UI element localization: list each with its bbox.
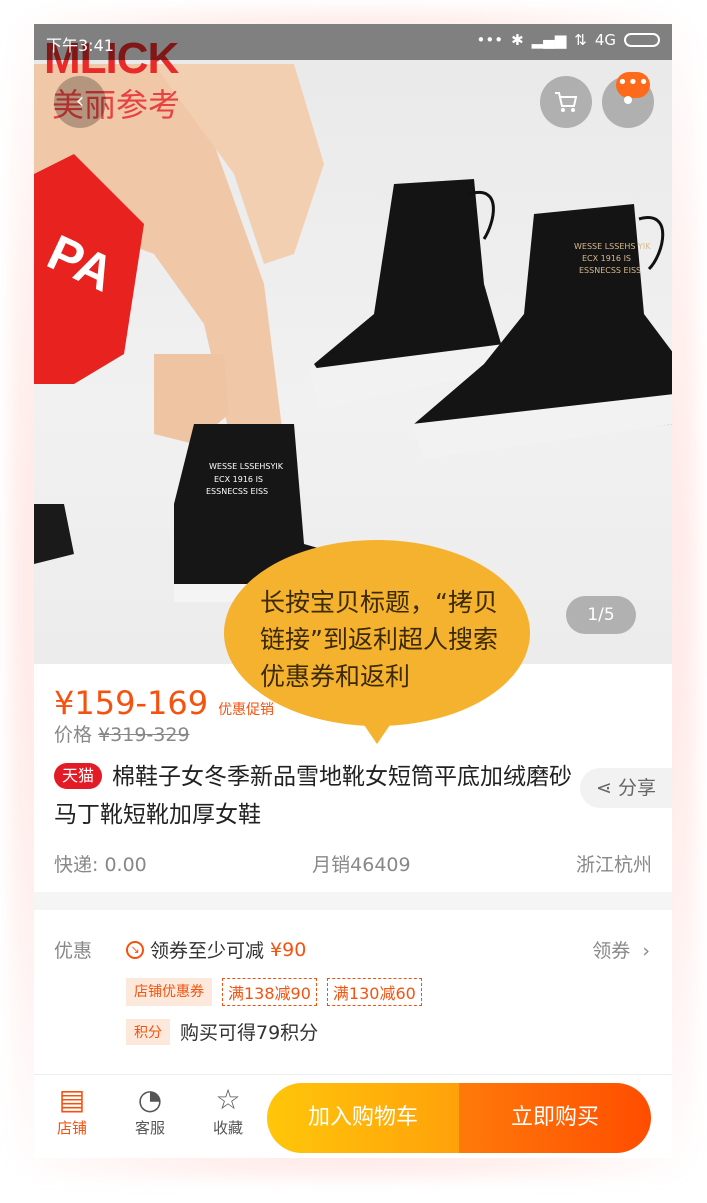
add-to-cart-button[interactable]: 加入购物车 <box>267 1083 459 1153</box>
service-label: 客服 <box>134 1119 165 1137</box>
star-icon: ☆ <box>215 1083 241 1116</box>
tmall-badge: 天猫 <box>54 763 103 789</box>
service-tab[interactable]: ◔ 客服 <box>120 1083 180 1138</box>
store-coupon-tag: 店铺优惠券 <box>126 978 212 1006</box>
svg-text:WESSE LSSEHS YIK: WESSE LSSEHS YIK <box>574 242 651 251</box>
coupon-tag[interactable]: 满138减90 <box>222 978 317 1006</box>
share-icon: ⋖ <box>596 777 612 799</box>
svg-text:ESSNECSS EISS: ESSNECSS EISS <box>579 266 641 275</box>
coupon-tag-row: 店铺优惠券 满138减90 满130减60 <box>126 978 422 1006</box>
cart-icon <box>555 92 578 112</box>
original-price-prefix: 价格 <box>54 724 93 746</box>
share-button[interactable]: ⋖ 分享 <box>580 768 672 808</box>
store-tab[interactable]: ▤ 店铺 <box>42 1083 102 1138</box>
points-text: 购买可得79积分 <box>180 1022 319 1044</box>
product-title[interactable]: 天猫 棉鞋子女冬季新品雪地靴女短筒平底加绒磨砂马丁靴短靴加厚女鞋 <box>54 758 574 834</box>
coupon-main-text: 领券至少可减 <box>150 940 265 962</box>
share-label: 分享 <box>617 777 656 799</box>
coupon-amount: ¥90 <box>270 938 307 961</box>
service-icon: ◔ <box>137 1083 163 1116</box>
favorite-tab[interactable]: ☆ 收藏 <box>198 1083 258 1138</box>
svg-text:ECX 1916 IS: ECX 1916 IS <box>214 475 263 484</box>
back-arrow-icon: ‹ <box>75 89 85 114</box>
product-meta-row: 快递: 0.00 月销46409 浙江杭州 <box>54 850 652 877</box>
monthly-sales: 月销46409 <box>312 854 411 876</box>
original-price-row: 价格 ¥319-329 <box>54 720 190 747</box>
coupon-section-label: 优惠 <box>54 940 93 962</box>
cart-button[interactable] <box>540 76 592 128</box>
buy-now-button[interactable]: 立即购买 <box>459 1083 651 1153</box>
phone-screen: PA WESSE LSSEHSYIK ECX 1916 IS ESSNECSS … <box>34 24 672 1158</box>
status-time: 下午3:41 <box>46 36 114 55</box>
status-dots: ••• <box>476 31 504 49</box>
ship-location: 浙江杭州 <box>575 854 652 876</box>
bluetooth-icon: ✱ <box>511 31 524 49</box>
status-bar: 下午3:41 ••• ✱ ▂▄▆ ⇅ 4G <box>34 24 672 60</box>
favorite-label: 收藏 <box>212 1119 243 1137</box>
price-row: ¥159-169 优惠促销 <box>54 684 274 722</box>
promo-label: 优惠促销 <box>218 702 275 718</box>
points-tag: 积分 <box>126 1018 170 1045</box>
copy-link-tooltip: 长按宝贝标题，“拷贝链接”到返利超人搜索优惠券和返利 <box>224 540 530 726</box>
original-price: ¥319-329 <box>98 724 190 746</box>
svg-text:ESSNECSS EISS: ESSNECSS EISS <box>206 487 268 496</box>
product-title-text: 棉鞋子女冬季新品雪地靴女短筒平底加绒磨砂马丁靴短靴加厚女鞋 <box>54 764 573 828</box>
dot-icon <box>624 96 632 104</box>
signal-icon: ▂▄▆ <box>531 31 567 49</box>
coupon-summary: ↘ 领券至少可减 ¥90 <box>126 936 306 963</box>
current-price: ¥159-169 <box>54 684 209 722</box>
svg-text:WESSE LSSEHSYIK: WESSE LSSEHSYIK <box>209 462 284 471</box>
get-coupon-label: 领券 <box>592 940 631 962</box>
coupon-section[interactable]: 优惠 ↘ 领券至少可减 ¥90 领券 › 店铺优惠券 满138减90 满130减6… <box>34 910 672 1074</box>
store-label: 店铺 <box>56 1119 87 1137</box>
chevron-right-icon: › <box>642 940 650 962</box>
back-button[interactable]: ‹ <box>54 76 106 128</box>
points-row: 积分 购买可得79积分 <box>126 1018 318 1045</box>
battery-icon <box>624 33 660 47</box>
bottom-action-bar: ▤ 店铺 ◔ 客服 ☆ 收藏 加入购物车 立即购买 <box>34 1074 672 1158</box>
status-icons: ••• ✱ ▂▄▆ ⇅ 4G <box>477 31 660 49</box>
network-label: 4G <box>594 31 616 49</box>
store-icon: ▤ <box>58 1083 86 1116</box>
tooltip-tail <box>362 722 392 744</box>
svg-text:ECX 1916 IS: ECX 1916 IS <box>582 254 631 263</box>
more-button[interactable]: ••• <box>602 72 654 128</box>
data-icon: ⇅ <box>574 31 587 49</box>
coupon-tag[interactable]: 满130减60 <box>326 978 422 1006</box>
image-page-indicator: 1/5 <box>566 596 636 634</box>
coupon-arrow-icon: ↘ <box>126 940 144 959</box>
shipping-fee: 快递: 0.00 <box>54 854 147 876</box>
more-dots-icon: ••• <box>616 72 650 98</box>
get-coupon-button[interactable]: 领券 › <box>592 936 650 963</box>
